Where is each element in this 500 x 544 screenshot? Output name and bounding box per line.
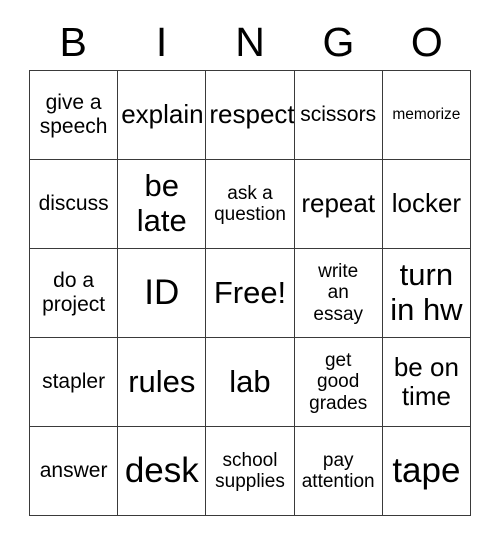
bingo-cell[interactable]: rules: [118, 338, 207, 427]
bingo-cell-label: locker: [391, 188, 462, 219]
bingo-cell-label: be on time: [393, 351, 459, 411]
bingo-cell[interactable]: give a speech: [30, 71, 119, 160]
bingo-cell[interactable]: memorize: [382, 71, 471, 160]
bingo-cell[interactable]: desk: [118, 427, 207, 516]
bingo-cell-label: pay attention: [301, 449, 375, 492]
bingo-cell-label: discuss: [38, 192, 109, 216]
bingo-cell-label: explain: [121, 99, 204, 130]
bingo-cell[interactable]: school supplies: [206, 427, 295, 516]
bingo-cell[interactable]: respect: [206, 71, 295, 160]
bingo-cell[interactable]: ask a question: [206, 160, 295, 249]
bingo-cell[interactable]: repeat: [294, 160, 383, 249]
bingo-cell[interactable]: do a project: [30, 249, 119, 338]
bingo-cell-label: do a project: [42, 269, 106, 316]
bingo-grid: give a speech explain respect scissors m…: [29, 70, 471, 516]
bingo-cell-free-space[interactable]: Free!: [206, 249, 295, 338]
bingo-cell[interactable]: discuss: [30, 160, 119, 249]
header-letter-n: N: [235, 18, 265, 65]
bingo-cell[interactable]: turn in hw: [382, 249, 471, 338]
bingo-header: B I N G O: [29, 14, 471, 70]
bingo-cell[interactable]: ID: [118, 249, 207, 338]
bingo-cell-label: give a speech: [39, 91, 108, 138]
bingo-cell[interactable]: pay attention: [294, 427, 383, 516]
bingo-cell[interactable]: scissors: [294, 71, 383, 160]
bingo-cell-label: answer: [39, 459, 108, 483]
bingo-cell-label: be late: [136, 168, 187, 238]
bingo-cell[interactable]: be on time: [382, 338, 471, 427]
bingo-cell[interactable]: tape: [382, 427, 471, 516]
header-letter-o: O: [410, 18, 443, 65]
bingo-cell-label: school supplies: [215, 449, 285, 492]
bingo-cell[interactable]: write an essay: [294, 249, 383, 338]
bingo-cell-label: turn in hw: [390, 257, 463, 327]
bingo-cell-label: Free!: [213, 274, 287, 310]
bingo-cell[interactable]: stapler: [30, 338, 119, 427]
bingo-cell-label: tape: [392, 451, 461, 491]
bingo-cell-label: ID: [144, 273, 180, 313]
bingo-cell[interactable]: be late: [118, 160, 207, 249]
bingo-cell-label: memorize: [392, 106, 461, 124]
bingo-cell-label: lab: [229, 363, 271, 399]
bingo-cell[interactable]: locker: [382, 160, 471, 249]
bingo-cell-label: scissors: [300, 103, 377, 127]
bingo-cell-label: write an essay: [313, 261, 364, 325]
header-letter-b: B: [59, 18, 87, 65]
bingo-cell-label: rules: [128, 363, 196, 399]
bingo-cell-label: respect: [209, 99, 295, 130]
bingo-cell-label: get good grades: [309, 350, 368, 414]
bingo-cell[interactable]: explain: [118, 71, 207, 160]
header-letter-i: I: [155, 18, 168, 65]
bingo-cell-label: stapler: [42, 370, 106, 394]
bingo-cell-label: desk: [124, 451, 199, 491]
bingo-cell[interactable]: lab: [206, 338, 295, 427]
bingo-cell-label: ask a question: [214, 182, 286, 225]
header-letter-g: G: [322, 18, 355, 65]
bingo-cell-label: repeat: [301, 188, 376, 219]
bingo-cell[interactable]: answer: [30, 427, 119, 516]
bingo-card: B I N G O give a speech explain respect …: [0, 0, 500, 544]
bingo-cell[interactable]: get good grades: [294, 338, 383, 427]
